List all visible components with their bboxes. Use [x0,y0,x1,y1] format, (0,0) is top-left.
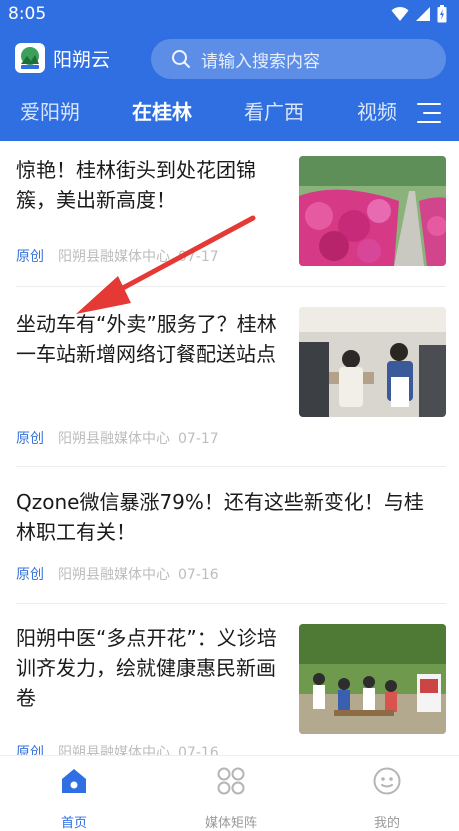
nav-profile[interactable]: 我的 [347,764,427,831]
tab-zai-guilin[interactable]: 在桂林 [132,96,192,125]
tab-ai-yangshuo[interactable]: 爱阳朔 [20,96,80,125]
app-logo [15,43,45,73]
tab-kan-guangxi[interactable]: 看广西 [244,96,304,125]
bottom-nav: 首页 媒体矩阵 我的 [0,755,459,831]
status-bar: 8:05 [0,0,459,30]
app-name: 阳朔云 [53,48,111,71]
nav-media-matrix[interactable]: 媒体矩阵 [191,764,271,831]
original-tag: 原创 [16,567,44,583]
battery-icon [437,5,447,23]
original-tag: 原创 [16,249,44,265]
nav-label: 首页 [60,816,87,831]
article-date: 07-16 [178,745,219,755]
brand[interactable]: 阳朔云 [15,43,110,73]
article-title[interactable]: 坐动车有“外卖”服务了？桂林一车站新增网络订餐配送站点 [16,309,286,369]
profile-icon [347,764,427,798]
article-date: 07-17 [178,431,219,447]
article-title[interactable]: Qzone微信暴涨79%！还有这些新变化！与桂林职工有关！ [16,487,441,547]
home-icon [34,764,114,798]
news-feed[interactable]: 惊艳！桂林街头到处花团锦簇，美出新高度！ 原创 阳朔县融媒体中心 07-17 坐动车… [0,141,459,755]
original-tag: 原创 [16,431,44,447]
article-source: 阳朔县融媒体中心 [58,745,170,755]
article-thumbnail-clinic[interactable] [299,624,446,734]
article-source: 阳朔县融媒体中心 [58,431,170,447]
article-title[interactable]: 惊艳！桂林街头到处花团锦簇，美出新高度！ [16,155,286,215]
nav-home[interactable]: 首页 [34,764,114,831]
menu-icon[interactable] [417,101,443,125]
grid-icon [191,764,271,798]
search-icon [171,49,191,69]
article-thumbnail-flowers[interactable] [299,156,446,266]
article-date: 07-16 [178,567,219,583]
nav-label: 我的 [373,816,400,831]
original-tag: 原创 [16,745,44,755]
article-source: 阳朔县融媒体中心 [58,249,170,265]
article-date: 07-17 [178,249,219,265]
channel-tabs: 爱阳朔 在桂林 看广西 视频 [0,96,459,136]
list-item[interactable]: Qzone微信暴涨79%！还有这些新变化！与桂林职工有关！ 原创 阳朔县融媒体中心… [0,467,459,603]
tab-video[interactable]: 视频 [357,96,397,125]
search-placeholder: 请输入搜索内容 [201,51,320,72]
list-item[interactable]: 惊艳！桂林街头到处花团锦簇，美出新高度！ 原创 阳朔县融媒体中心 07-17 [0,141,459,287]
search-bar[interactable]: 请输入搜索内容 [151,39,446,79]
article-source: 阳朔县融媒体中心 [58,567,170,583]
app-header: 8:05 阳朔云 请输入搜索内容 爱阳朔 在桂林 看广西 视频 [0,0,459,141]
list-item[interactable]: 坐动车有“外卖”服务了？桂林一车站新增网络订餐配送站点 原创 阳朔县融媒体中心 07… [0,287,459,467]
article-title[interactable]: 阳朔中医“多点开花”：义诊培训齐发力，绘就健康惠民新画卷 [16,623,286,713]
nav-label: 媒体矩阵 [204,816,257,831]
signal-icon [416,7,430,21]
article-thumbnail-train[interactable] [299,307,446,417]
list-item[interactable]: 阳朔中医“多点开花”：义诊培训齐发力，绘就健康惠民新画卷 原创 阳朔县融媒体中心 0… [0,604,459,755]
wifi-icon [391,6,409,21]
status-time: 8:05 [8,4,47,24]
